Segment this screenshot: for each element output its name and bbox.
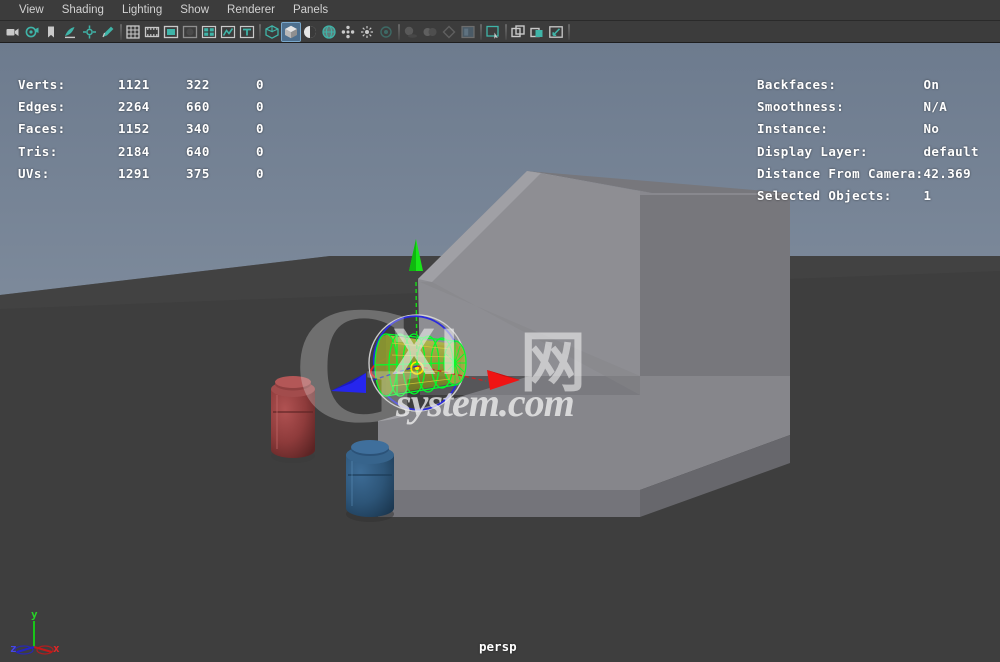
- hud-info-value: 1: [923, 184, 978, 206]
- hud-info-value: N/A: [923, 95, 978, 117]
- hud-info-label: Instance:: [757, 118, 923, 140]
- viewport-3d[interactable]: G XI 网 system.com Verts:11213220Edges:22…: [0, 43, 1000, 662]
- hud-info-label: Display Layer:: [757, 140, 923, 162]
- two-d-pan-zoom-icon[interactable]: [80, 23, 98, 41]
- panel-menubar: View Shading Lighting Show Renderer Pane…: [0, 0, 1000, 21]
- hud-info-row: Distance From Camera:42.369: [757, 162, 979, 184]
- hud-info-row: Selected Objects:1: [757, 184, 979, 206]
- hud-stat-row: Tris:21846400: [18, 140, 264, 162]
- multisample-icon[interactable]: [459, 23, 477, 41]
- hud-stat-label: Edges:: [18, 95, 118, 117]
- hud-stat-label: Faces:: [18, 118, 118, 140]
- hud-stat-selected: 640: [186, 140, 256, 162]
- image-plane-icon[interactable]: [61, 23, 79, 41]
- x-ray-icon[interactable]: [339, 23, 357, 41]
- wireframe-on-shaded-icon[interactable]: [320, 23, 338, 41]
- hud-info-row: Display Layer:default: [757, 140, 979, 162]
- hud-info-value: default: [923, 140, 978, 162]
- hud-info-label: Selected Objects:: [757, 184, 923, 206]
- hud-stat-third: 0: [256, 162, 264, 184]
- hud-stat-label: UVs:: [18, 162, 118, 184]
- hud-stat-total: 1152: [118, 118, 186, 140]
- hud-stat-label: Verts:: [18, 73, 118, 95]
- hud-poly-count: Verts:11213220Edges:22646600Faces:115234…: [18, 43, 264, 214]
- panel-toolbar: [0, 21, 1000, 43]
- hud-stat-row: Edges:22646600: [18, 95, 264, 117]
- menu-show[interactable]: Show: [171, 0, 218, 21]
- hud-stat-row: Verts:11213220: [18, 73, 264, 95]
- hud-stat-third: 0: [256, 118, 264, 140]
- safe-title-icon[interactable]: [238, 23, 256, 41]
- axis-label-y: y: [31, 608, 38, 621]
- hud-stat-selected: 660: [186, 95, 256, 117]
- axis-label-z: z: [10, 642, 17, 655]
- hud-stat-total: 1291: [118, 162, 186, 184]
- gate-mask-icon[interactable]: [181, 23, 199, 41]
- axis-label-x: x: [53, 642, 60, 655]
- film-gate-icon[interactable]: [143, 23, 161, 41]
- axis-orientation-tripod: y x z: [8, 605, 64, 655]
- hud-info-label: Smoothness:: [757, 95, 923, 117]
- separator-4: [478, 24, 483, 40]
- hud-info-value: 42.369: [923, 162, 978, 184]
- hud-stat-selected: 322: [186, 73, 256, 95]
- shadows-icon[interactable]: [402, 23, 420, 41]
- viewport-snapshot-icon[interactable]: [547, 23, 565, 41]
- hud-stat-label: Tris:: [18, 140, 118, 162]
- hud-object-details: Backfaces:OnSmoothness:N/AInstance:NoDis…: [757, 43, 979, 237]
- menu-lighting[interactable]: Lighting: [113, 0, 171, 21]
- select-camera-icon[interactable]: [4, 23, 22, 41]
- menu-shading[interactable]: Shading: [53, 0, 113, 21]
- resolution-gate-icon[interactable]: [162, 23, 180, 41]
- menu-view[interactable]: View: [10, 0, 53, 21]
- hud-stat-row: UVs:12913750: [18, 162, 264, 184]
- hud-stat-row: Faces:11523400: [18, 118, 264, 140]
- menu-panels[interactable]: Panels: [284, 0, 337, 21]
- hud-info-row: Instance:No: [757, 118, 979, 140]
- isolate-select-icon[interactable]: [484, 23, 502, 41]
- lighting-none-icon[interactable]: [377, 23, 395, 41]
- screen-space-ao-icon[interactable]: [421, 23, 439, 41]
- hud-info-value: No: [923, 118, 978, 140]
- shade-options-icon[interactable]: [301, 23, 319, 41]
- xgen-icon[interactable]: [528, 23, 546, 41]
- red-cylinder: [271, 376, 315, 463]
- field-chart-icon[interactable]: [200, 23, 218, 41]
- hud-stat-total: 2184: [118, 140, 186, 162]
- hud-stat-third: 0: [256, 73, 264, 95]
- grease-pencil-icon[interactable]: [99, 23, 117, 41]
- hud-info-row: Backfaces:On: [757, 73, 979, 95]
- hud-stat-selected: 375: [186, 162, 256, 184]
- grid-icon[interactable]: [124, 23, 142, 41]
- hud-info-label: Backfaces:: [757, 73, 923, 95]
- paint-effects-icon[interactable]: [509, 23, 527, 41]
- blue-cylinder: [346, 440, 394, 522]
- wireframe-shading-icon[interactable]: [263, 23, 281, 41]
- separator-6: [566, 24, 571, 40]
- camera-attributes-icon[interactable]: [23, 23, 41, 41]
- separator-2: [257, 24, 262, 40]
- separator-3: [396, 24, 401, 40]
- hud-info-label: Distance From Camera:: [757, 162, 923, 184]
- hud-stat-third: 0: [256, 95, 264, 117]
- smooth-shade-all-icon[interactable]: [282, 23, 300, 41]
- motion-blur-icon[interactable]: [440, 23, 458, 41]
- separator-1: [118, 24, 123, 40]
- maya-viewport-window: View Shading Lighting Show Renderer Pane…: [0, 0, 1000, 662]
- menu-renderer[interactable]: Renderer: [218, 0, 284, 21]
- viewport-camera-label: persp: [479, 639, 517, 654]
- hud-info-row: Smoothness:N/A: [757, 95, 979, 117]
- safe-action-icon[interactable]: [219, 23, 237, 41]
- hud-stat-total: 1121: [118, 73, 186, 95]
- hud-info-value: On: [923, 73, 978, 95]
- hud-stat-third: 0: [256, 140, 264, 162]
- bookmark-icon[interactable]: [42, 23, 60, 41]
- base-block-front: [378, 490, 640, 517]
- separator-5: [503, 24, 508, 40]
- hud-stat-total: 2264: [118, 95, 186, 117]
- hud-stat-selected: 340: [186, 118, 256, 140]
- x-ray-joints-icon[interactable]: [358, 23, 376, 41]
